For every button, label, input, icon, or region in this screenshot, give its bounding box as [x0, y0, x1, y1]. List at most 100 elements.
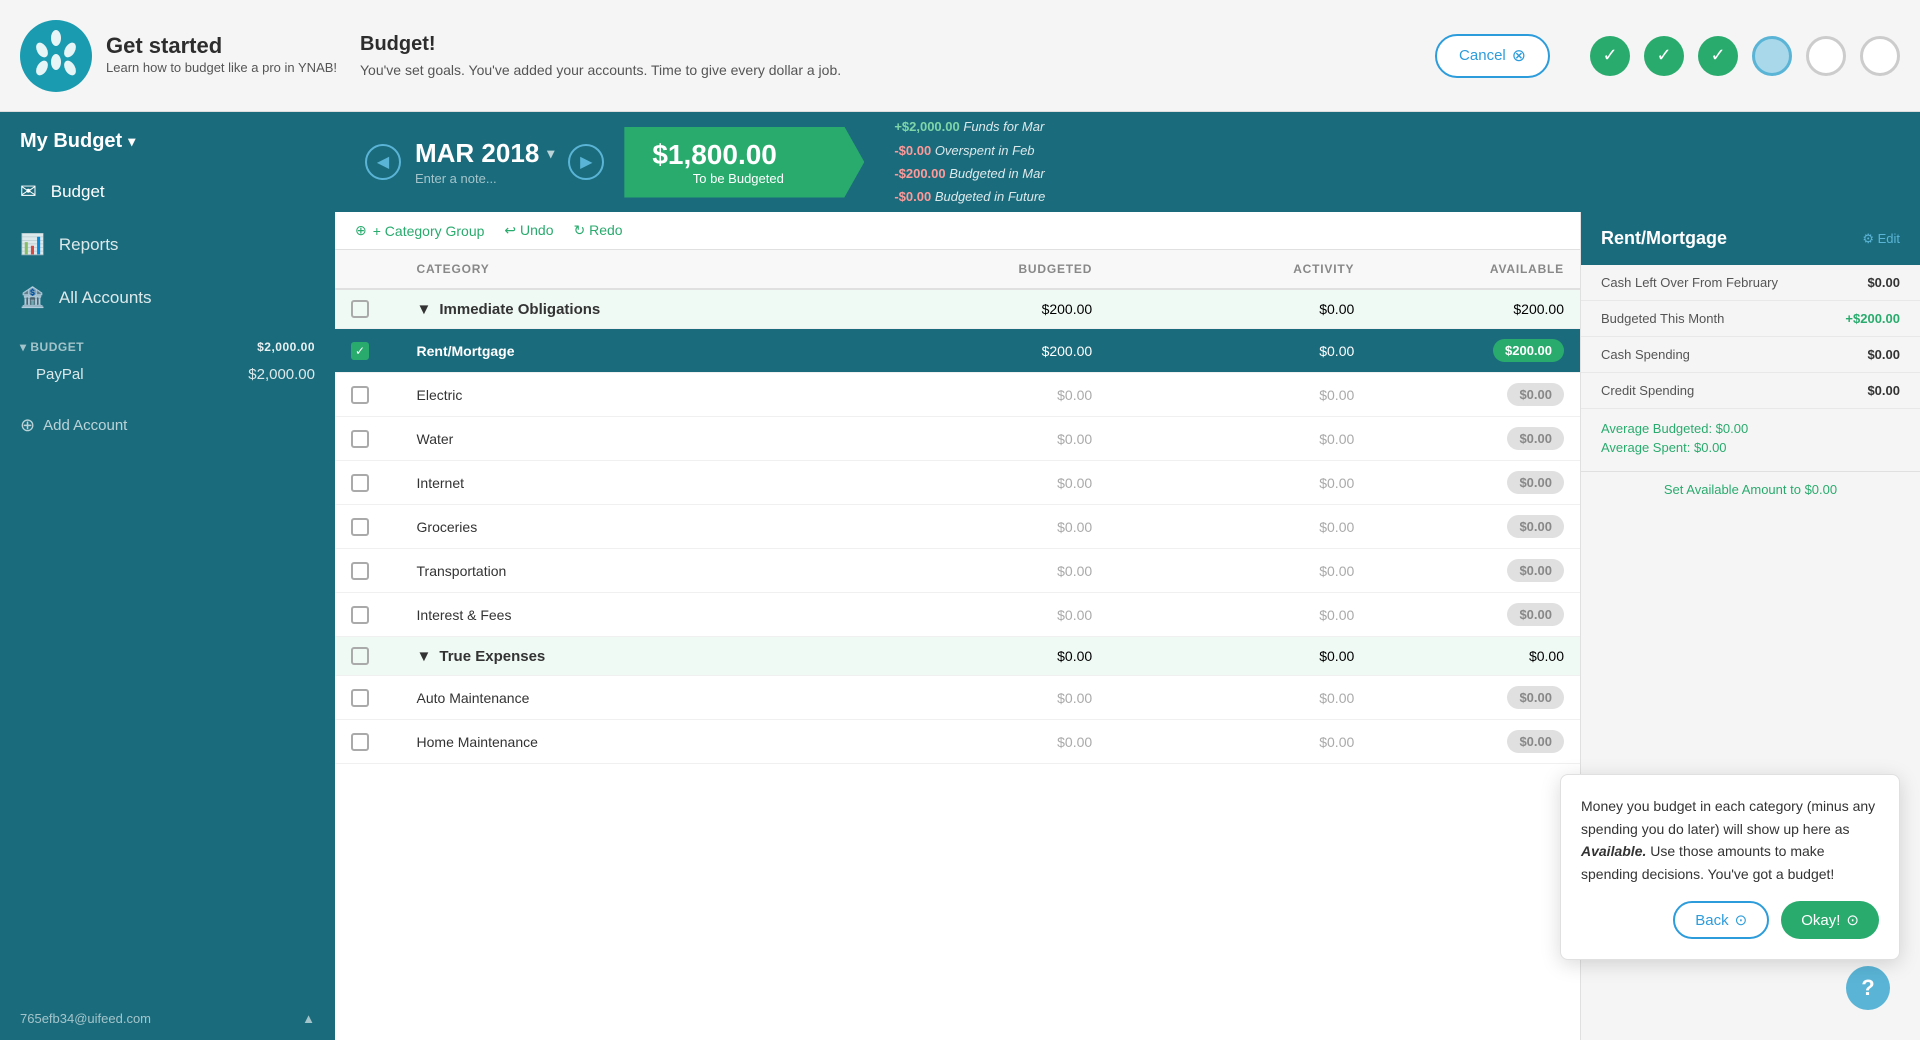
table-row[interactable]: Auto Maintenance $0.00 $0.00 $0.00: [335, 676, 1580, 720]
item-checkbox-internet[interactable]: [351, 474, 369, 492]
item-checkbox-groceries[interactable]: [351, 518, 369, 536]
progress-dot-4[interactable]: [1752, 36, 1792, 76]
table-row[interactable]: Internet $0.00 $0.00 $0.00: [335, 461, 1580, 505]
group-name-immediate: ▼ Immediate Obligations: [417, 301, 831, 318]
sidebar-item-reports[interactable]: 📊 Reports: [0, 218, 335, 271]
table-row[interactable]: Groceries $0.00 $0.00 $0.00: [335, 505, 1580, 549]
item-checkbox-interest[interactable]: [351, 606, 369, 624]
group-activity-immediate: $0.00: [1108, 289, 1370, 329]
table-row[interactable]: Home Maintenance $0.00 $0.00 $0.00: [335, 720, 1580, 764]
progress-dot-6[interactable]: [1860, 36, 1900, 76]
month-note[interactable]: Enter a note...: [415, 171, 554, 186]
to-be-budgeted-panel[interactable]: $1,800.00 To be Budgeted: [624, 127, 864, 198]
next-month-button[interactable]: ▶: [568, 144, 604, 180]
item-budgeted-interest: $0.00: [846, 593, 1108, 637]
set-available-button[interactable]: Set Available Amount to $0.00: [1581, 471, 1920, 507]
right-panel-header: Rent/Mortgage ⚙ Edit: [1581, 212, 1920, 265]
sidebar-section-label-text: ▾ BUDGET: [20, 340, 84, 354]
item-budgeted-water: $0.00: [846, 417, 1108, 461]
redo-button[interactable]: ↻ Redo: [574, 222, 623, 239]
cancel-button[interactable]: Cancel ⊗: [1435, 34, 1550, 78]
breakdown-row-0: +$2,000.00 Funds for Mar: [894, 115, 1045, 138]
item-budgeted-electric: $0.00: [846, 373, 1108, 417]
table-row[interactable]: ▼ Immediate Obligations $200.00 $0.00 $2…: [335, 289, 1580, 329]
category-group-button[interactable]: ⊕ + Category Group: [355, 222, 484, 239]
sidebar-account-paypal[interactable]: PayPal $2,000.00: [0, 360, 335, 389]
month-dropdown-icon[interactable]: ▾: [547, 145, 554, 162]
category-group-label: + Category Group: [373, 223, 485, 239]
tooltip-popup: Money you budget in each category (minus…: [1560, 774, 1900, 960]
item-budgeted-home: $0.00: [846, 720, 1108, 764]
breakdown-label-3: Budgeted in Future: [935, 189, 1046, 204]
sidebar-budget-header[interactable]: My Budget ▾: [0, 112, 335, 165]
progress-dot-5[interactable]: [1806, 36, 1846, 76]
table-row[interactable]: Electric $0.00 $0.00 $0.00: [335, 373, 1580, 417]
table-row[interactable]: Transportation $0.00 $0.00 $0.00: [335, 549, 1580, 593]
item-name-electric: Electric: [417, 387, 463, 403]
item-activity-groceries: $0.00: [1108, 505, 1370, 549]
redo-label: ↻ Redo: [574, 222, 623, 239]
item-checkbox-rent[interactable]: ✓: [351, 342, 369, 360]
item-name-groceries: Groceries: [417, 519, 478, 535]
group-budgeted-true: $0.00: [846, 637, 1108, 676]
edit-button[interactable]: ⚙ Edit: [1862, 231, 1900, 247]
table-row[interactable]: ✓ Rent/Mortgage $200.00 $0.00 $200.00: [335, 329, 1580, 373]
sidebar-item-all-accounts[interactable]: 🏦 All Accounts: [0, 271, 335, 324]
prev-month-button[interactable]: ◀: [365, 144, 401, 180]
table-row[interactable]: Interest & Fees $0.00 $0.00 $0.00: [335, 593, 1580, 637]
item-checkbox-transportation[interactable]: [351, 562, 369, 580]
right-panel-row-cashover: Cash Left Over From February $0.00: [1581, 265, 1920, 301]
right-panel-row-credit: Credit Spending $0.00: [1581, 373, 1920, 409]
get-started-content: Budget! You've set goals. You've added y…: [340, 33, 1435, 78]
help-button[interactable]: ?: [1846, 966, 1890, 1010]
right-panel-row-budgeted: Budgeted This Month +$200.00: [1581, 301, 1920, 337]
item-checkbox-auto[interactable]: [351, 689, 369, 707]
sidebar-section-amount: $2,000.00: [257, 340, 315, 354]
item-activity-water: $0.00: [1108, 417, 1370, 461]
item-checkbox-water[interactable]: [351, 430, 369, 448]
breakdown-amount-3: -$0.00: [894, 189, 931, 204]
table-row[interactable]: ▼ True Expenses $0.00 $0.00 $0.00: [335, 637, 1580, 676]
item-activity-auto: $0.00: [1108, 676, 1370, 720]
tooltip-okay-button[interactable]: Okay! ⊙: [1781, 901, 1879, 939]
breakdown-row-1: -$0.00 Overspent in Feb: [894, 139, 1045, 162]
item-checkbox-home[interactable]: [351, 733, 369, 751]
budget-breakdown: +$2,000.00 Funds for Mar -$0.00 Overspen…: [894, 115, 1045, 209]
item-budgeted-auto: $0.00: [846, 676, 1108, 720]
table-row[interactable]: Water $0.00 $0.00 $0.00: [335, 417, 1580, 461]
th-activity: ACTIVITY: [1108, 250, 1370, 289]
group-checkbox-immediate[interactable]: [351, 300, 369, 318]
item-name-internet: Internet: [417, 475, 464, 491]
breakdown-amount-1: -$0.00: [894, 143, 931, 158]
tooltip-back-button[interactable]: Back ⊙: [1673, 901, 1769, 939]
item-available-rent: $200.00: [1493, 339, 1564, 362]
right-panel-title: Rent/Mortgage: [1601, 228, 1727, 249]
sidebar-item-budget[interactable]: ✉ Budget: [0, 165, 335, 218]
group-checkbox-true[interactable]: [351, 647, 369, 665]
add-account-button[interactable]: ⊕ Add Account: [0, 399, 335, 452]
rp-val-credit: $0.00: [1867, 383, 1900, 398]
breakdown-amount-0: +$2,000.00: [894, 119, 959, 134]
category-group-icon: ⊕: [355, 222, 367, 239]
rp-stat-avg-budgeted: Average Budgeted: $0.00: [1601, 421, 1900, 436]
item-name-transportation: Transportation: [417, 563, 507, 579]
item-checkbox-electric[interactable]: [351, 386, 369, 404]
item-available-home: $0.00: [1507, 730, 1564, 753]
group-available-immediate: $200.00: [1370, 289, 1580, 329]
to-be-budgeted-label: To be Budgeted: [652, 171, 824, 186]
sidebar: My Budget ▾ ✉ Budget 📊 Reports 🏦 All Acc…: [0, 112, 335, 1040]
reports-icon: 📊: [20, 232, 45, 257]
item-activity-internet: $0.00: [1108, 461, 1370, 505]
item-available-internet: $0.00: [1507, 471, 1564, 494]
tooltip-okay-icon: ⊙: [1846, 911, 1859, 929]
undo-button[interactable]: ↩ Undo: [504, 222, 553, 239]
breakdown-row-2: -$200.00 Budgeted in Mar: [894, 162, 1045, 185]
item-activity-electric: $0.00: [1108, 373, 1370, 417]
item-activity-interest: $0.00: [1108, 593, 1370, 637]
cancel-icon: ⊗: [1512, 46, 1526, 66]
breakdown-row-3: -$0.00 Budgeted in Future: [894, 185, 1045, 208]
group-triangle-icon-2: ▼: [417, 648, 432, 665]
progress-dots: ✓ ✓ ✓: [1590, 36, 1900, 76]
sidebar-budget-nav-label: Budget: [51, 182, 105, 202]
add-account-label: Add Account: [43, 417, 127, 434]
